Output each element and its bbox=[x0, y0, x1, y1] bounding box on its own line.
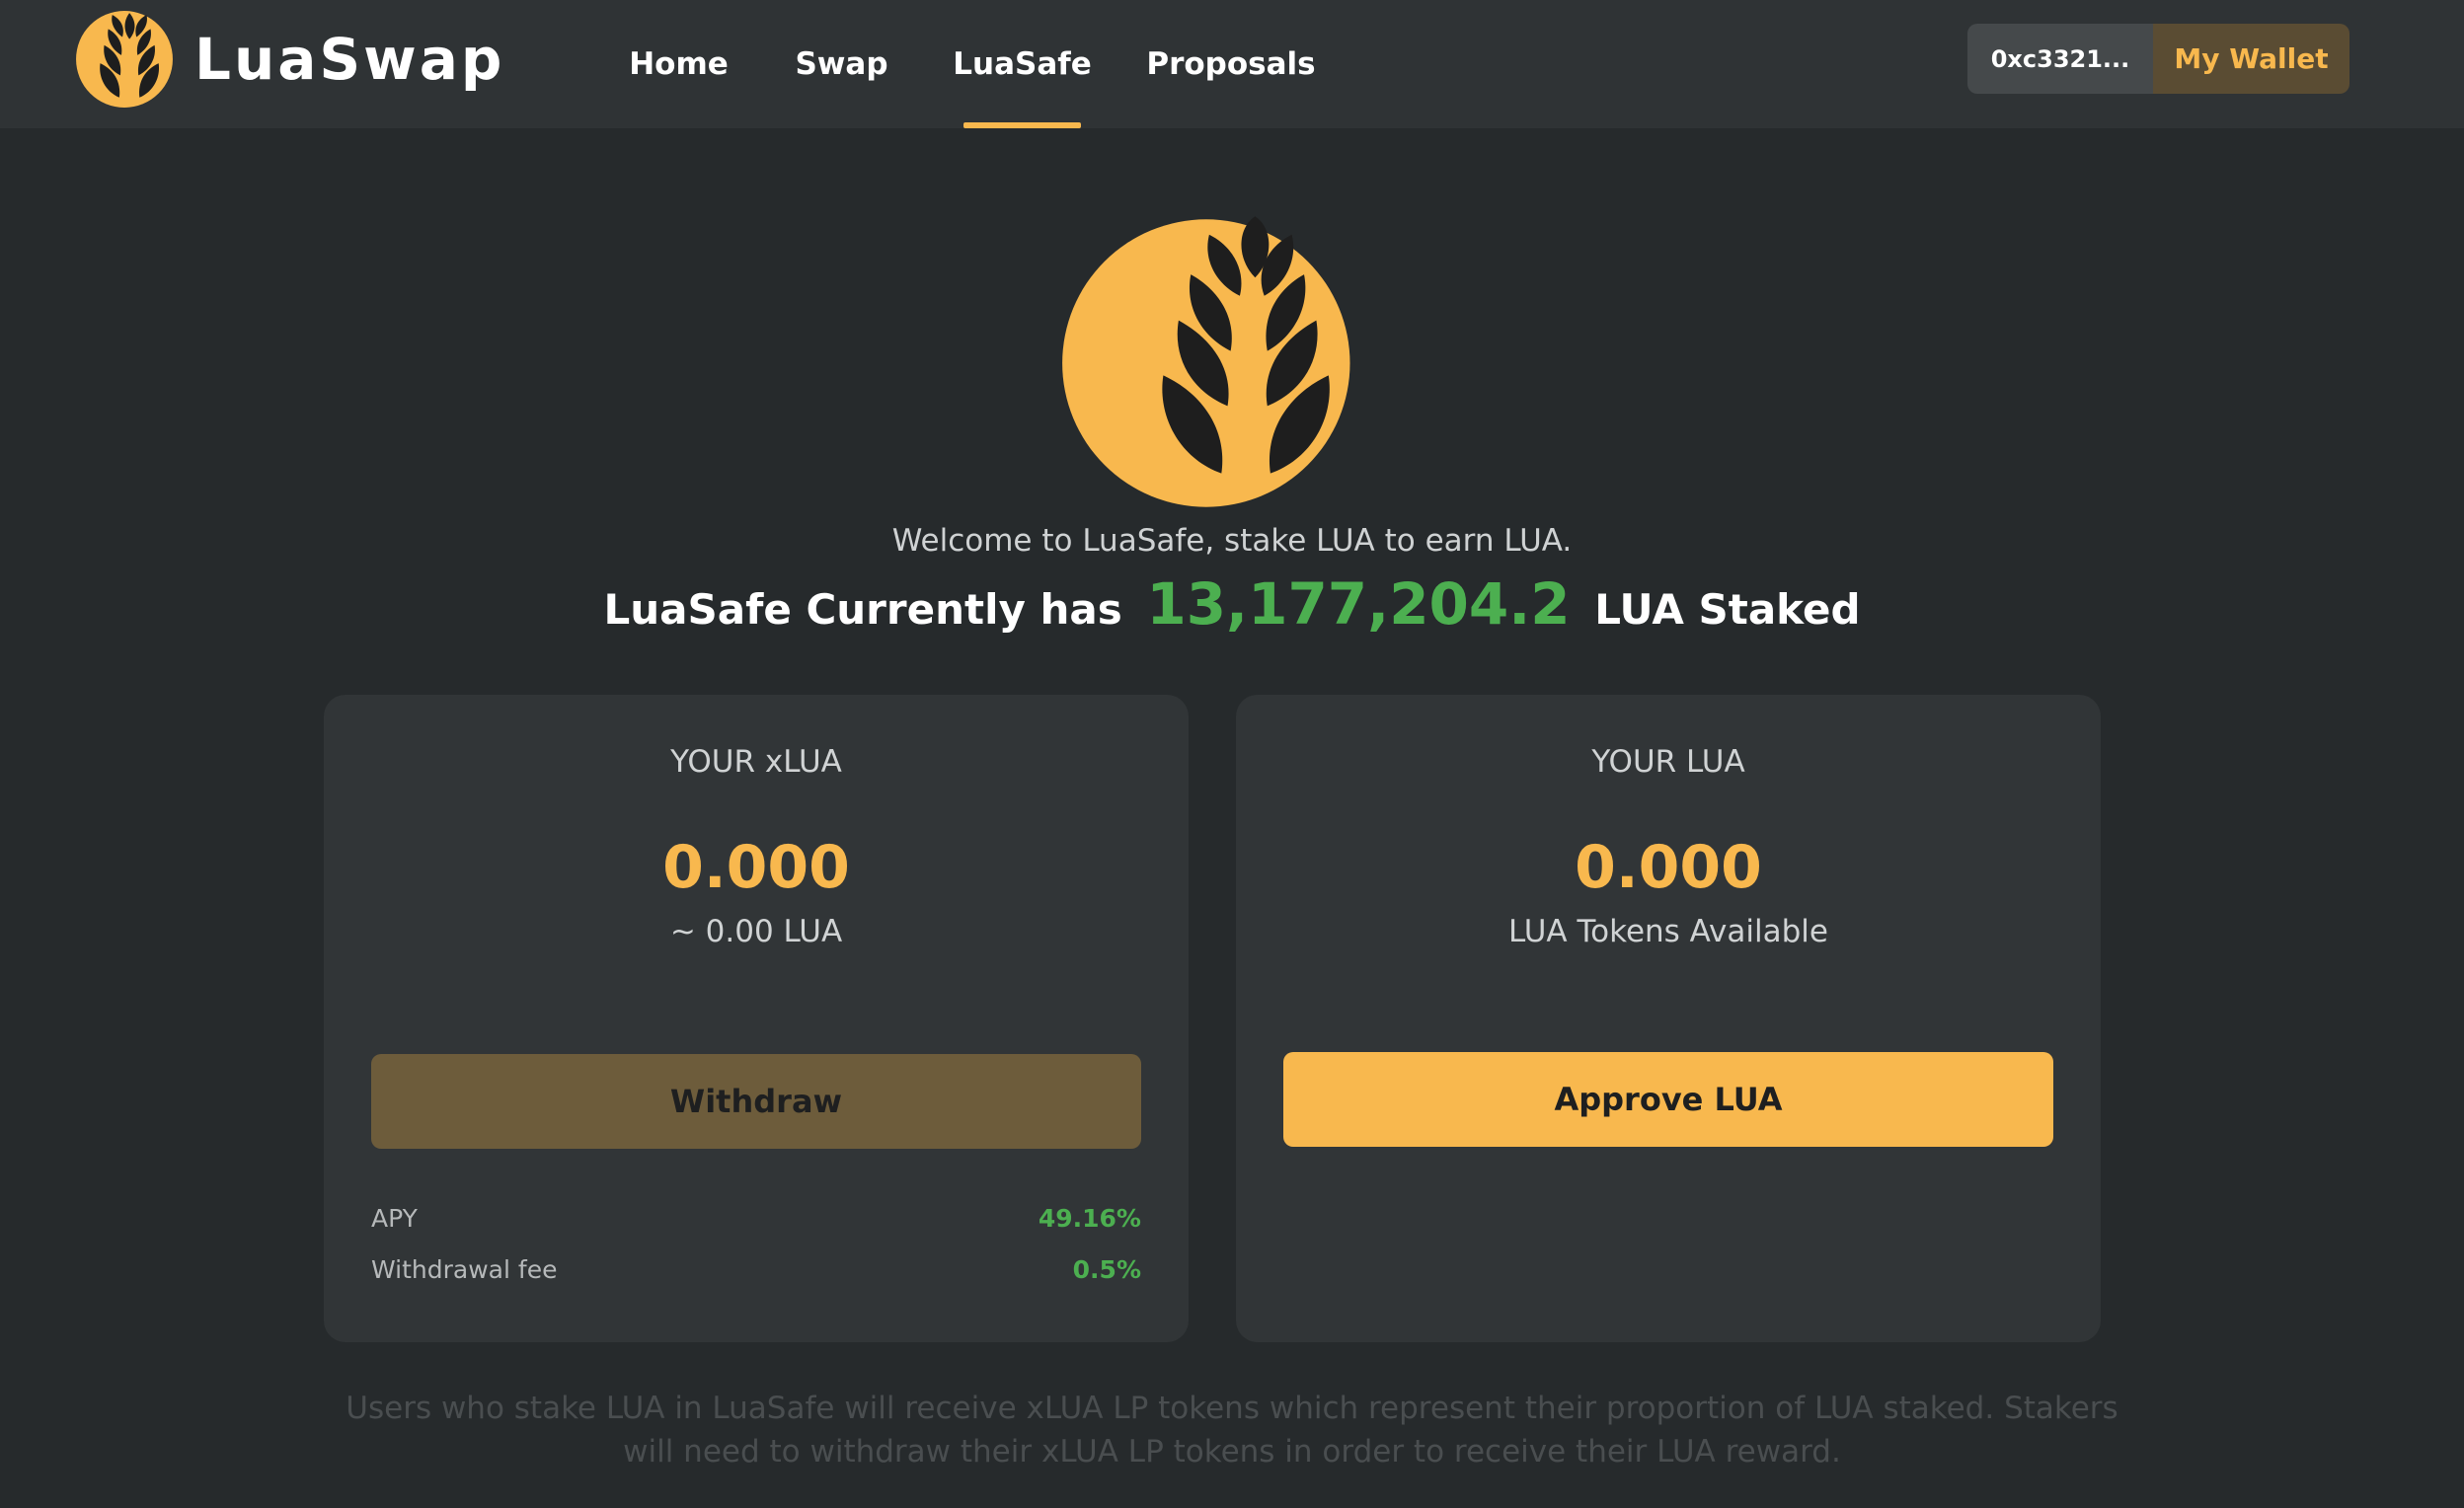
wallet-widget: 0xc3321... My Wallet bbox=[1967, 24, 2349, 94]
top-navigation-bar: LuaSwap Home Swap LuaSafe Proposals 0xc3… bbox=[0, 0, 2464, 128]
approve-lua-button[interactable]: Approve LUA bbox=[1283, 1052, 2053, 1147]
staked-suffix: LUA Staked bbox=[1594, 585, 1861, 634]
xlua-balance: 0.000 bbox=[662, 833, 850, 902]
staking-info-footnote: Users who stake LUA in LuaSafe will rece… bbox=[346, 1391, 2118, 1470]
xlua-card: YOUR xLUA 0.000 ~ 0.00 LUA Withdraw APY … bbox=[324, 695, 1189, 1342]
my-wallet-button[interactable]: My Wallet bbox=[2153, 24, 2349, 94]
withdrawal-fee-label: Withdrawal fee bbox=[371, 1254, 558, 1284]
apy-row: APY 49.16% bbox=[371, 1198, 1141, 1238]
luaswap-logo-icon bbox=[76, 11, 173, 108]
wallet-address[interactable]: 0xc3321... bbox=[1967, 24, 2153, 94]
withdrawal-fee-value: 0.5% bbox=[1072, 1254, 1141, 1284]
total-staked-line: LuaSafe Currently has 13,177,204.2 LUA S… bbox=[0, 570, 2464, 638]
nav-swap[interactable]: Swap bbox=[795, 0, 887, 128]
lua-card-label: YOUR LUA bbox=[1591, 744, 1745, 780]
lua-card: YOUR LUA 0.000 LUA Tokens Available Appr… bbox=[1236, 695, 2101, 1342]
withdrawal-fee-row: Withdrawal fee 0.5% bbox=[371, 1249, 1141, 1289]
lua-balance: 0.000 bbox=[1575, 833, 1762, 902]
brand-name: LuaSwap bbox=[194, 26, 505, 93]
lua-available-label: LUA Tokens Available bbox=[1507, 914, 1828, 949]
nav-luasafe[interactable]: LuaSafe bbox=[953, 0, 1092, 128]
apy-label: APY bbox=[371, 1203, 418, 1233]
welcome-text: Welcome to LuaSafe, stake LUA to earn LU… bbox=[891, 523, 1573, 559]
brand[interactable]: LuaSwap bbox=[74, 5, 504, 113]
withdraw-button[interactable]: Withdraw bbox=[371, 1054, 1141, 1149]
xlua-card-label: YOUR xLUA bbox=[670, 744, 842, 780]
nav-home[interactable]: Home bbox=[629, 0, 729, 128]
xlua-lua-equivalent: ~ 0.00 LUA bbox=[669, 914, 843, 949]
luasafe-wheat-logo-icon bbox=[1062, 216, 1350, 507]
staked-prefix: LuaSafe Currently has bbox=[603, 585, 1122, 634]
total-staked-amount: 13,177,204.2 bbox=[1146, 570, 1571, 638]
apy-value: 49.16% bbox=[1038, 1203, 1141, 1233]
nav-proposals[interactable]: Proposals bbox=[1146, 0, 1315, 128]
